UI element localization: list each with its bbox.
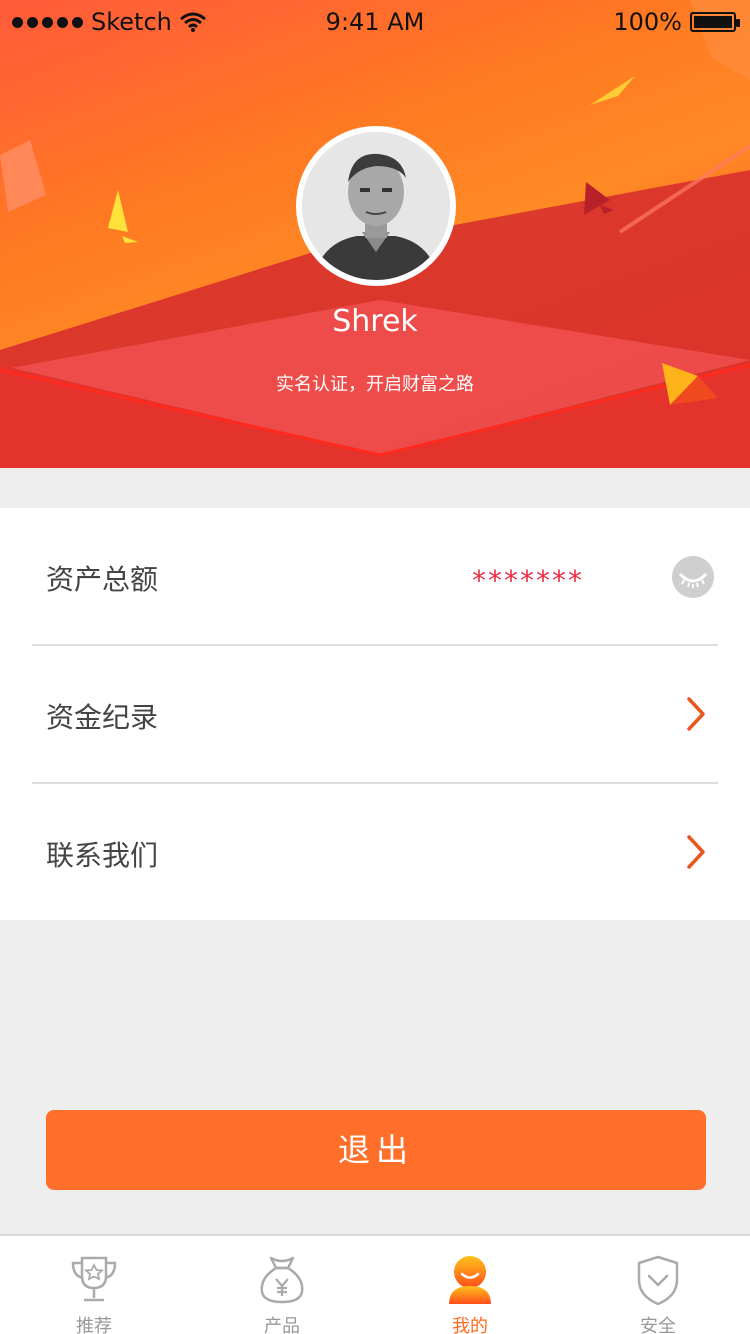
menu-item-label: 资金纪录 — [46, 701, 159, 734]
avatar[interactable] — [296, 126, 456, 286]
tab-label: 推荐 — [76, 1316, 112, 1334]
hide-balance-eye-icon[interactable] — [672, 556, 714, 598]
menu-item-contact-us[interactable]: 联系我们 — [32, 784, 718, 922]
tab-bar: 推荐 产品 我的 安全 — [0, 1234, 750, 1334]
battery-icon — [690, 12, 740, 32]
avatar-photo — [302, 132, 450, 280]
battery-percentage: 100% — [613, 8, 682, 36]
menu-item-label: 联系我们 — [46, 839, 159, 872]
status-bar: Sketch 9:41 AM 100% — [0, 0, 750, 44]
tab-label: 安全 — [640, 1316, 676, 1334]
chevron-right-icon — [687, 697, 705, 731]
trophy-icon — [71, 1256, 117, 1302]
verification-prompt[interactable]: 实名认证，开启财富之路 — [0, 370, 750, 396]
chevron-right-icon — [687, 835, 705, 869]
tab-recommend[interactable]: 推荐 — [0, 1236, 188, 1334]
tab-products[interactable]: 产品 — [188, 1236, 376, 1334]
menu-item-fund-records[interactable]: 资金纪录 — [32, 646, 718, 784]
tab-label: 我的 — [452, 1316, 488, 1334]
user-icon — [449, 1256, 491, 1304]
menu-item-label: 资产总额 — [46, 563, 159, 596]
tab-mine[interactable]: 我的 — [376, 1236, 564, 1334]
username: Shrek — [332, 304, 418, 339]
profile-header: Sketch 9:41 AM 100% Shrek 实名认证，开启财富之路 — [0, 0, 750, 468]
menu-item-total-assets: 资产总额 ******* — [32, 508, 718, 646]
account-menu: 资产总额 ******* 资金纪录 联系我们 — [0, 508, 750, 920]
tab-label: 产品 — [264, 1316, 300, 1334]
masked-asset-value: ******* — [472, 564, 584, 597]
money-bag-icon — [260, 1256, 304, 1304]
tab-security[interactable]: 安全 — [564, 1236, 750, 1334]
logout-button[interactable]: 退出 — [46, 1110, 706, 1190]
shield-icon — [637, 1255, 679, 1306]
